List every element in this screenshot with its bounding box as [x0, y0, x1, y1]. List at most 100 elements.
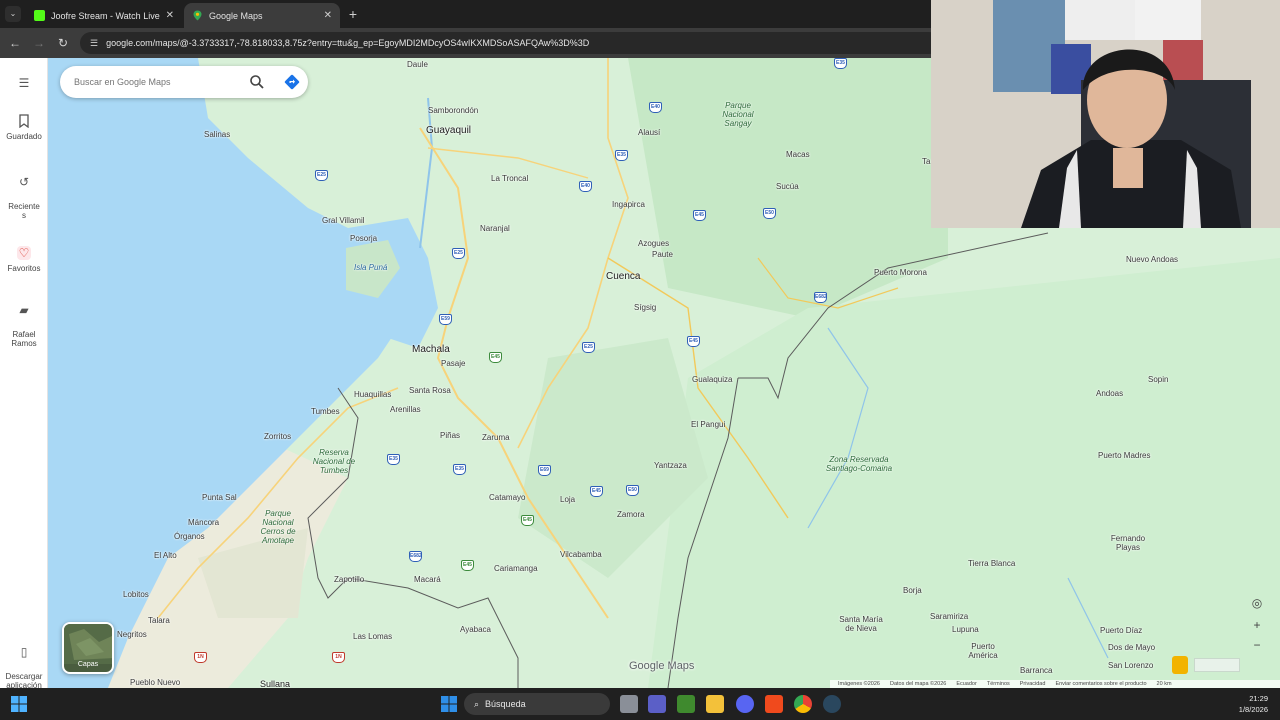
zoom-in-button[interactable]: + [1248, 616, 1266, 634]
park-label[interactable]: Reserva Nacional de Tumbes [312, 448, 356, 475]
place-label[interactable]: Huaquillas [354, 390, 391, 399]
place-label[interactable]: Saramiriza [930, 612, 968, 621]
place-label[interactable]: Sopin [1148, 375, 1168, 384]
place-label[interactable]: Santa María de Nieva [838, 615, 884, 633]
brave-icon[interactable] [765, 695, 783, 713]
place-label[interactable]: Cariamanga [494, 564, 538, 573]
park-label[interactable]: Parque Nacional Sangay [716, 101, 760, 128]
place-label[interactable]: El Alto [154, 551, 177, 560]
place-label[interactable]: Dos de Mayo [1108, 643, 1155, 652]
footer-scale[interactable]: 20 km [1157, 681, 1172, 687]
place-label[interactable]: Ingapirca [612, 200, 645, 209]
chrome-icon[interactable] [794, 695, 812, 713]
menu-button[interactable]: ☰ [0, 76, 48, 94]
place-label[interactable]: Puerto Díaz [1100, 626, 1142, 635]
sidebar-item-download-app[interactable]: ▯ Descargar aplicación [0, 636, 48, 690]
place-label[interactable]: Zorritos [264, 432, 291, 441]
place-label[interactable]: Alausí [638, 128, 660, 137]
place-label[interactable]: Paute [652, 250, 673, 259]
place-label[interactable]: Daule [407, 60, 428, 69]
app-icon[interactable] [648, 695, 666, 713]
place-label[interactable]: Las Lomas [353, 632, 392, 641]
place-label[interactable]: Puerto Morona [874, 268, 927, 277]
place-label[interactable]: Nuevo Andoas [1126, 255, 1178, 264]
footer-privacy-link[interactable]: Privacidad [1020, 681, 1046, 687]
address-bar[interactable]: ☰ google.com/maps/@-3.3733317,-78.818033… [80, 32, 940, 54]
steam-icon[interactable] [823, 695, 841, 713]
zoom-out-button[interactable]: − [1248, 636, 1266, 654]
place-label[interactable]: Tumbes [311, 407, 340, 416]
search-input[interactable] [74, 74, 244, 90]
park-label[interactable]: Zona Reservada Santiago-Comaina [818, 455, 900, 473]
place-label[interactable]: Gral Villamil [322, 216, 365, 225]
place-label[interactable]: Zamora [617, 510, 645, 519]
place-label[interactable]: Fernando Playas [1108, 534, 1148, 552]
place-label[interactable]: Órganos [174, 532, 205, 541]
place-label[interactable]: Macará [414, 575, 441, 584]
map-type-strip[interactable] [1194, 658, 1240, 672]
system-clock[interactable]: 21:29 1/8/2026 [1239, 693, 1268, 715]
park-label[interactable]: Parque Nacional Cerros de Amotape [254, 509, 302, 545]
place-label[interactable]: Sígsig [634, 303, 656, 312]
tab-search-icon[interactable]: ⌄ [5, 6, 21, 22]
place-label[interactable]: Catamayo [489, 493, 525, 502]
place-label[interactable]: Naranjal [480, 224, 510, 233]
place-label[interactable]: Tierra Blanca [968, 559, 1015, 568]
city-label[interactable]: Machala [412, 344, 450, 355]
place-label[interactable]: Sucúa [776, 182, 799, 191]
windows-start-icon[interactable] [10, 695, 28, 713]
tab-google-maps[interactable]: Google Maps ✕ [184, 3, 340, 28]
place-label[interactable]: Macas [786, 150, 810, 159]
place-label[interactable]: Piñas [440, 431, 460, 440]
place-label[interactable]: Salinas [204, 130, 230, 139]
place-label[interactable]: Talara [148, 616, 170, 625]
place-label[interactable]: Zaruma [482, 433, 510, 442]
directions-icon[interactable] [283, 73, 301, 91]
layers-button[interactable]: Capas [62, 622, 114, 674]
place-label[interactable]: Loja [560, 495, 575, 504]
footer-country[interactable]: Ecuador [956, 681, 977, 687]
place-label[interactable]: Pasaje [441, 359, 465, 368]
site-info-icon[interactable]: ☰ [90, 38, 98, 49]
place-label[interactable]: Lupuna [952, 625, 979, 634]
street-view-pegman-icon[interactable] [1172, 656, 1188, 674]
back-icon[interactable]: ← [6, 34, 24, 52]
place-label[interactable]: Gualaquiza [692, 375, 732, 384]
discord-icon[interactable] [736, 695, 754, 713]
place-label[interactable]: Máncora [188, 518, 219, 527]
new-tab-icon[interactable]: + [344, 5, 362, 23]
my-location-icon[interactable]: ◎ [1248, 594, 1266, 612]
place-label[interactable]: Puerto Madres [1098, 451, 1150, 460]
search-icon[interactable] [248, 73, 266, 91]
minecraft-icon[interactable] [677, 695, 695, 713]
place-label[interactable]: Ta [922, 157, 930, 166]
place-label[interactable]: Samborondón [428, 106, 478, 115]
city-label[interactable]: Guayaquil [426, 125, 471, 136]
place-label[interactable]: Arenillas [390, 405, 421, 414]
place-label[interactable]: Lobitos [123, 590, 149, 599]
tab-joofre-stream[interactable]: Joofre Stream - Watch Live on ✕ [26, 3, 182, 28]
close-icon[interactable]: ✕ [166, 10, 174, 21]
place-label[interactable]: Isla Puná [354, 263, 387, 272]
place-label[interactable]: Puerto América [966, 642, 1000, 660]
sidebar-item-favorites[interactable]: ♡ Favoritos [0, 246, 48, 273]
taskbar-search[interactable]: ⌕ Búsqueda [464, 693, 610, 715]
close-icon[interactable]: ✕ [324, 10, 332, 21]
place-label[interactable]: Andoas [1096, 389, 1123, 398]
place-label[interactable]: Azogues [638, 239, 669, 248]
place-label[interactable]: El Pangui [691, 420, 725, 429]
sidebar-item-recent[interactable]: ↺ Reciente s [0, 166, 48, 220]
place-label[interactable]: Barranca [1020, 666, 1052, 675]
place-label[interactable]: Negritos [117, 630, 147, 639]
place-label[interactable]: San Lorenzo [1108, 661, 1153, 670]
place-label[interactable]: Pueblo Nuevo [130, 678, 180, 687]
footer-feedback-link[interactable]: Enviar comentarios sobre el producto [1055, 681, 1146, 687]
start-menu-icon[interactable] [440, 695, 458, 713]
place-label[interactable]: Yantzaza [654, 461, 687, 470]
sidebar-item-saved[interactable]: Guardado [0, 114, 48, 141]
place-label[interactable]: Zapotillo [334, 575, 364, 584]
city-label[interactable]: Cuenca [606, 271, 640, 282]
place-label[interactable]: Vilcabamba [560, 550, 602, 559]
file-explorer-icon[interactable] [706, 695, 724, 713]
forward-icon[interactable]: → [30, 34, 48, 52]
